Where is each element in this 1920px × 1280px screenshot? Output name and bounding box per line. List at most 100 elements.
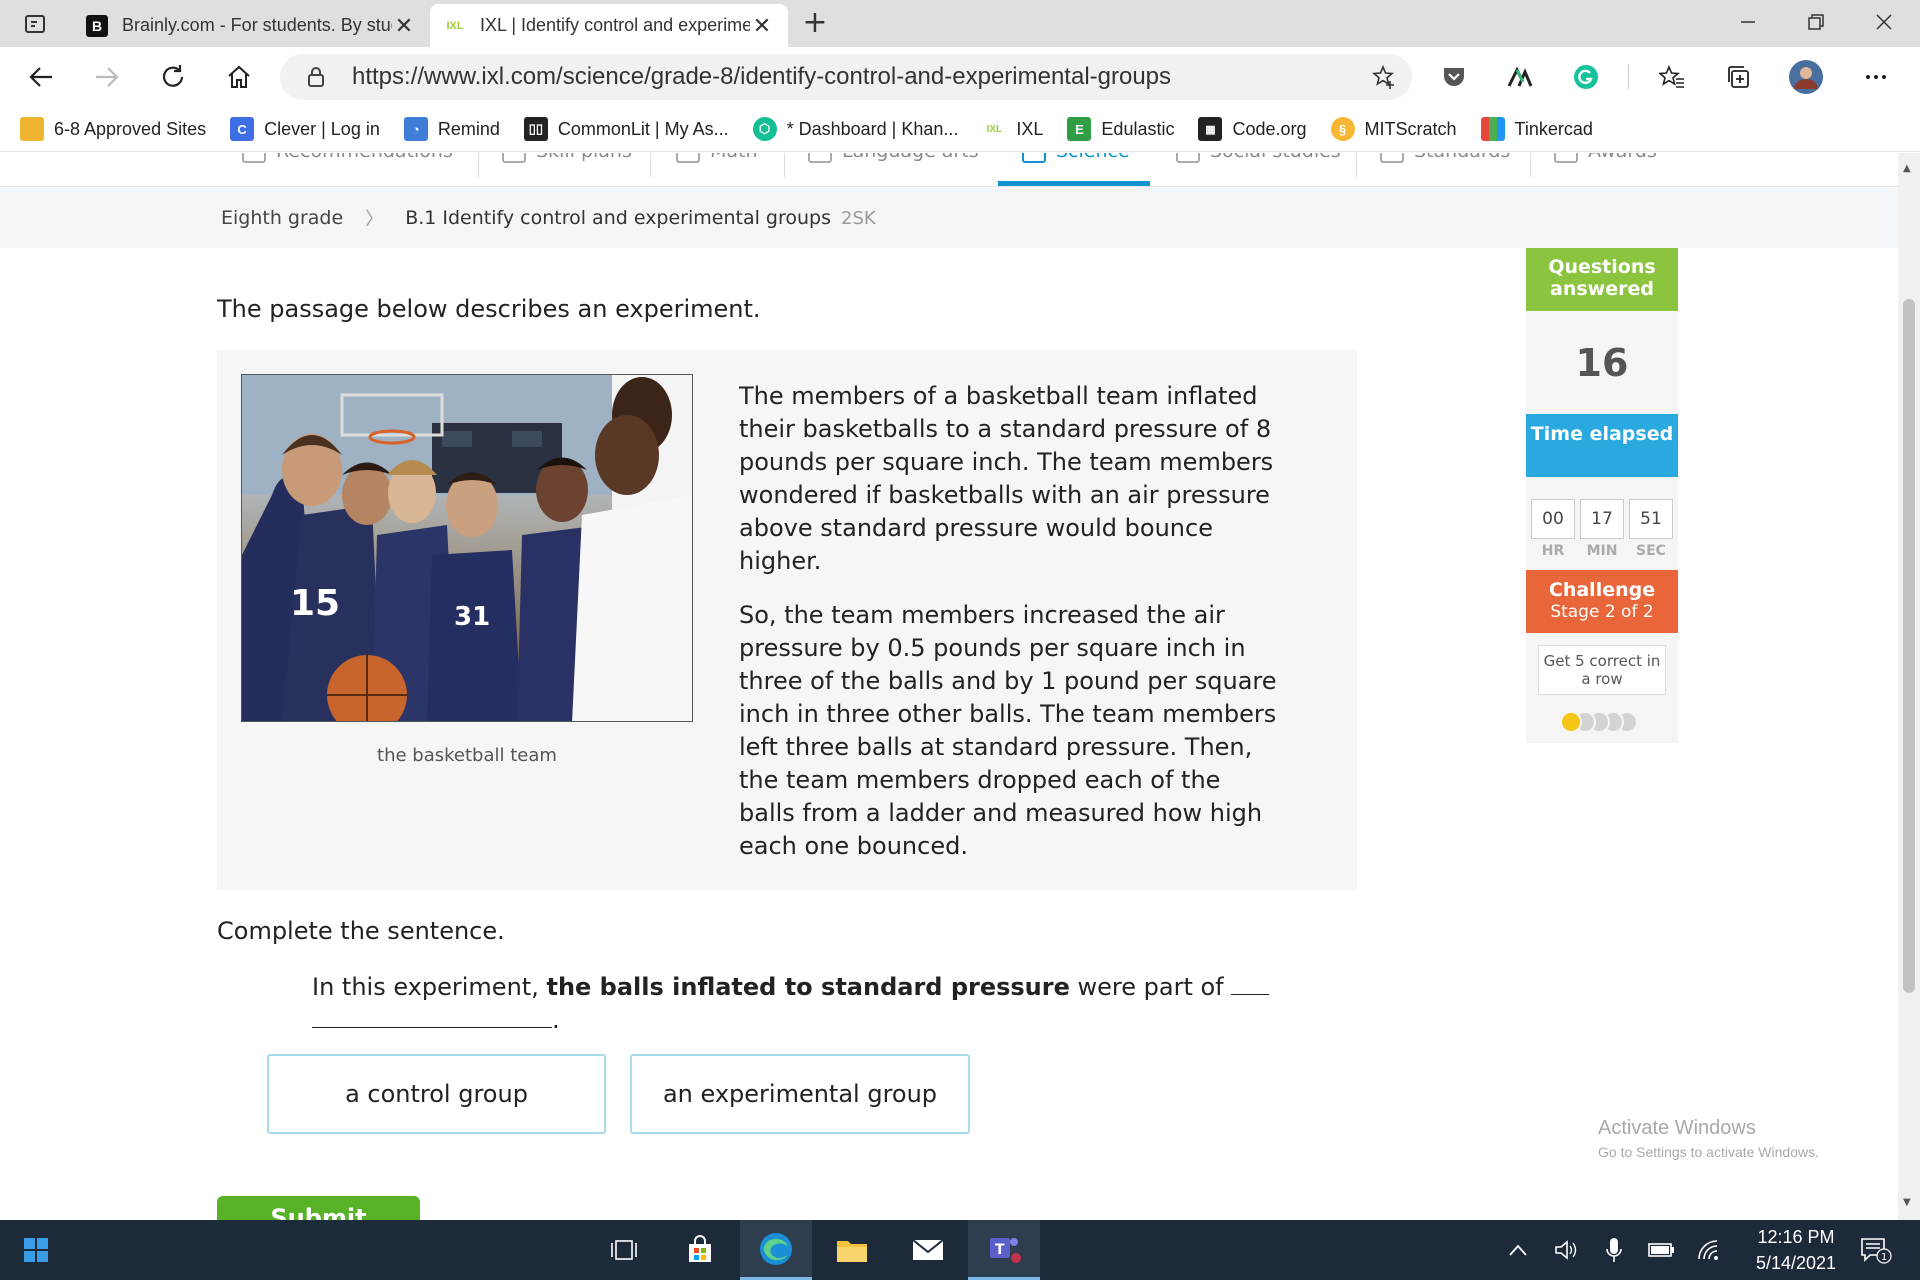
math-icon: [676, 153, 700, 163]
system-clock[interactable]: 12:16 PM 5/14/2021: [1736, 1224, 1856, 1276]
restore-button[interactable]: [1784, 0, 1848, 44]
challenge-goal: Get 5 correct in a row: [1538, 645, 1666, 695]
bookmark-ixl[interactable]: IXL IXL: [982, 117, 1043, 141]
battery-button[interactable]: [1644, 1220, 1680, 1280]
edge-button[interactable]: [740, 1220, 812, 1280]
passage-box: 15 31 the basketball team The members of…: [217, 350, 1357, 890]
nav-social-studies[interactable]: Social studies: [1176, 153, 1341, 163]
nav-label: Standards: [1414, 153, 1510, 162]
collections-button[interactable]: [1718, 57, 1758, 97]
timer-seconds-label: SEC: [1636, 543, 1666, 559]
nav-skill-plans[interactable]: Skill plans: [502, 153, 632, 163]
settings-menu-button[interactable]: [1856, 57, 1896, 97]
scroll-down-arrow-icon[interactable]: ▼: [1903, 1197, 1911, 1208]
forward-button[interactable]: [86, 57, 128, 97]
profile-avatar[interactable]: [1786, 57, 1826, 97]
page-scrollbar[interactable]: ▲ ▼: [1898, 153, 1920, 1220]
page-content: Recommendations Skill plans Math Languag…: [0, 153, 1898, 1220]
brainly-favicon-icon: B: [86, 14, 108, 37]
bookmark-code-org[interactable]: ▦ Code.org: [1198, 117, 1307, 141]
breadcrumb-grade[interactable]: Eighth grade: [221, 207, 343, 229]
close-icon[interactable]: ✕: [750, 13, 774, 39]
nav-language-arts[interactable]: Language arts: [808, 153, 979, 163]
nav-divider: [784, 153, 785, 177]
submit-button[interactable]: Submit: [217, 1196, 420, 1220]
microphone-icon: [1606, 1238, 1622, 1262]
answer-blank: [1231, 973, 1270, 995]
bookmark-clever[interactable]: C Clever | Log in: [230, 117, 380, 141]
home-button[interactable]: [218, 57, 260, 97]
nav-recommendations[interactable]: Recommendations: [242, 153, 453, 163]
url-text[interactable]: https://www.ixl.com/science/grade-8/iden…: [352, 63, 1364, 91]
minimize-button[interactable]: [1716, 0, 1780, 44]
lock-icon[interactable]: [304, 65, 328, 89]
home-icon: [228, 65, 250, 88]
favorites-button[interactable]: [1652, 57, 1692, 97]
nav-standards[interactable]: Standards: [1380, 153, 1510, 163]
pocket-extension-button[interactable]: [1434, 57, 1474, 97]
teams-button[interactable]: T: [968, 1220, 1040, 1280]
bookmark-scratch[interactable]: § MITScratch: [1330, 117, 1457, 141]
notification-icon: 1: [1861, 1238, 1892, 1264]
bookmark-khan[interactable]: ⬡ * Dashboard | Khan...: [752, 117, 959, 141]
sentence-bold: the balls inflated to standard pressure: [546, 973, 1070, 1001]
skill-plans-icon: [502, 153, 526, 163]
bookmark-tinkercad[interactable]: Tinkercad: [1480, 117, 1593, 141]
scrollbar-thumb[interactable]: [1903, 299, 1915, 993]
task-view-button[interactable]: [588, 1220, 660, 1280]
wifi-button[interactable]: [1692, 1220, 1728, 1280]
close-window-button[interactable]: [1852, 0, 1916, 44]
start-button[interactable]: [0, 1220, 72, 1280]
browser-toolbar: https://www.ixl.com/science/grade-8/iden…: [0, 47, 1920, 107]
refresh-button[interactable]: [152, 57, 194, 97]
scroll-up-arrow-icon[interactable]: ▲: [1903, 163, 1911, 174]
teams-icon: T: [990, 1237, 1021, 1263]
address-bar[interactable]: https://www.ixl.com/science/grade-8/iden…: [280, 54, 1412, 100]
ai-extension-button[interactable]: [1500, 57, 1540, 97]
nav-label: Science: [1056, 153, 1130, 162]
grammarly-extension-button[interactable]: [1566, 57, 1606, 97]
tab-ixl[interactable]: IXL IXL | Identify control and experimen…: [430, 4, 788, 47]
watermark-line-2: Go to Settings to activate Windows.: [1598, 1144, 1819, 1160]
answer-blank-continued: [312, 1006, 552, 1028]
bookmark-label: * Dashboard | Khan...: [786, 118, 959, 139]
tinkercad-icon: [1480, 117, 1505, 141]
tab-actions-button[interactable]: [10, 8, 60, 40]
choice-control-group[interactable]: a control group: [267, 1054, 606, 1134]
nav-divider: [478, 153, 479, 177]
bookmark-label: MITScratch: [1364, 118, 1457, 139]
show-hidden-icons-button[interactable]: [1500, 1220, 1536, 1280]
bookmarks-bar: 6-8 Approved Sites C Clever | Log in ◔ R…: [0, 107, 1920, 152]
bookmark-label: IXL: [1016, 118, 1044, 139]
edge-browser-icon: [760, 1232, 792, 1265]
mail-button[interactable]: [892, 1220, 964, 1280]
folder-icon: [20, 117, 44, 141]
standards-icon: [1380, 153, 1404, 163]
instruction-text: Complete the sentence.: [217, 917, 505, 945]
back-button[interactable]: [20, 57, 62, 97]
grammarly-icon: [1574, 65, 1598, 89]
tab-brainly[interactable]: B Brainly.com - For students. By student…: [72, 4, 430, 47]
bookmark-approved-sites[interactable]: 6-8 Approved Sites: [20, 117, 206, 141]
choice-experimental-group[interactable]: an experimental group: [630, 1054, 970, 1134]
refresh-icon: [162, 65, 184, 87]
clever-icon: C: [230, 117, 255, 141]
volume-button[interactable]: [1548, 1220, 1584, 1280]
close-icon[interactable]: ✕: [392, 13, 416, 39]
bookmark-commonlit[interactable]: ▯▯ CommonLit | My As...: [523, 117, 729, 141]
windows-logo-icon: [24, 1238, 48, 1262]
store-button[interactable]: [664, 1220, 736, 1280]
bookmark-remind[interactable]: ◔ Remind: [403, 117, 500, 141]
file-explorer-button[interactable]: [816, 1220, 888, 1280]
task-view-icon: [611, 1240, 637, 1260]
nav-math[interactable]: Math: [676, 153, 758, 163]
bookmark-edulastic[interactable]: E Edulastic: [1067, 117, 1174, 141]
battery-icon: [1648, 1243, 1674, 1257]
notification-center-button[interactable]: 1: [1852, 1220, 1900, 1280]
nav-label: Language arts: [842, 153, 979, 162]
nav-awards[interactable]: Awards: [1554, 153, 1657, 163]
favorite-star-button[interactable]: [1364, 57, 1404, 97]
new-tab-button[interactable]: +: [798, 8, 832, 40]
microphone-button[interactable]: [1596, 1220, 1632, 1280]
nav-science[interactable]: Science: [1022, 153, 1130, 163]
